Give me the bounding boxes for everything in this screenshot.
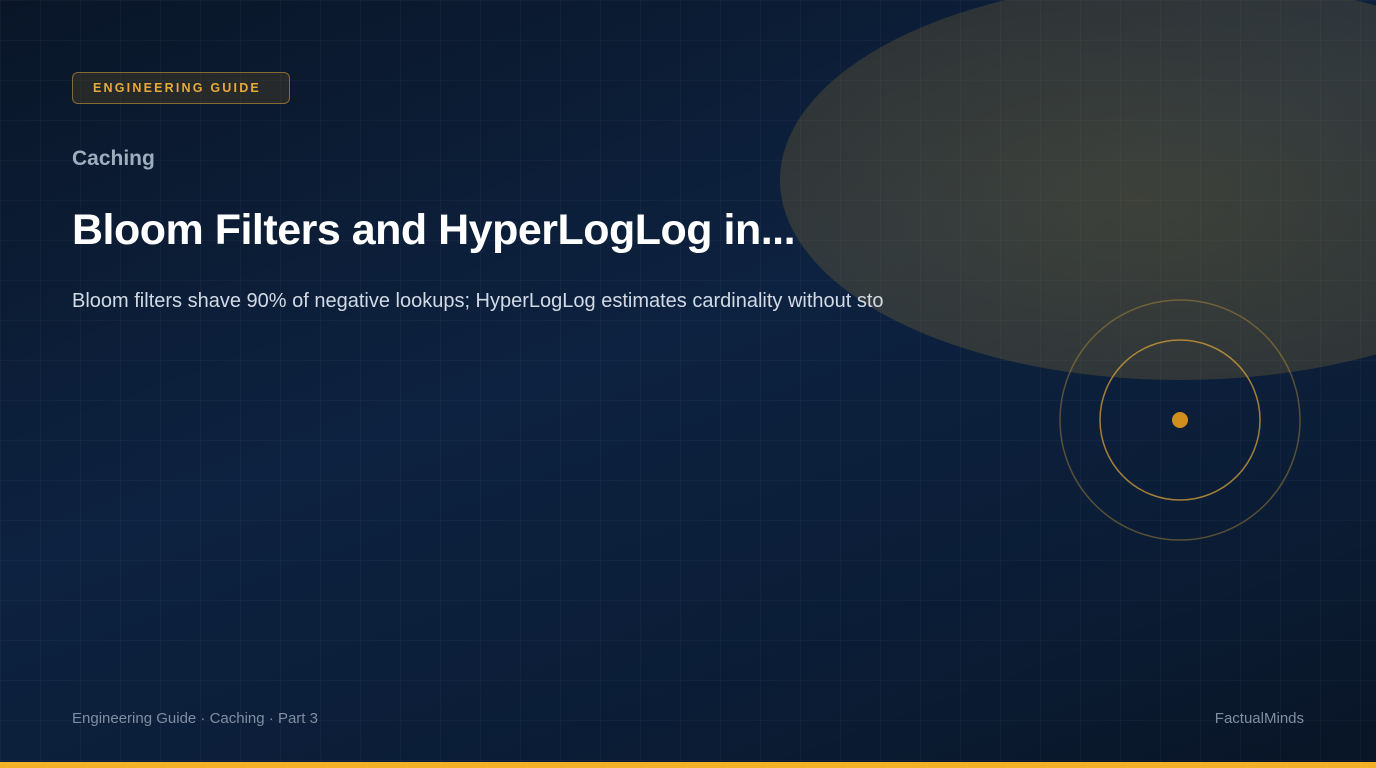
page-subtitle: Bloom filters shave 90% of negative look… [72,290,884,312]
category-label: Caching [72,147,155,170]
footer-series-info: Engineering Guide · Caching · Part 3 [72,710,318,727]
target-rings-icon [1059,299,1301,541]
page-title: Bloom Filters and HyperLogLog in... [72,206,796,254]
badge-label: ENGINEERING GUIDE [93,81,261,95]
accent-bottom-bar [0,762,1376,768]
category-badge: ENGINEERING GUIDE [72,72,290,104]
center-dot [1172,412,1188,428]
footer-brand: FactualMinds [1214,710,1304,727]
hero-banner: ENGINEERING GUIDE Caching Bloom Filters … [0,0,1376,768]
